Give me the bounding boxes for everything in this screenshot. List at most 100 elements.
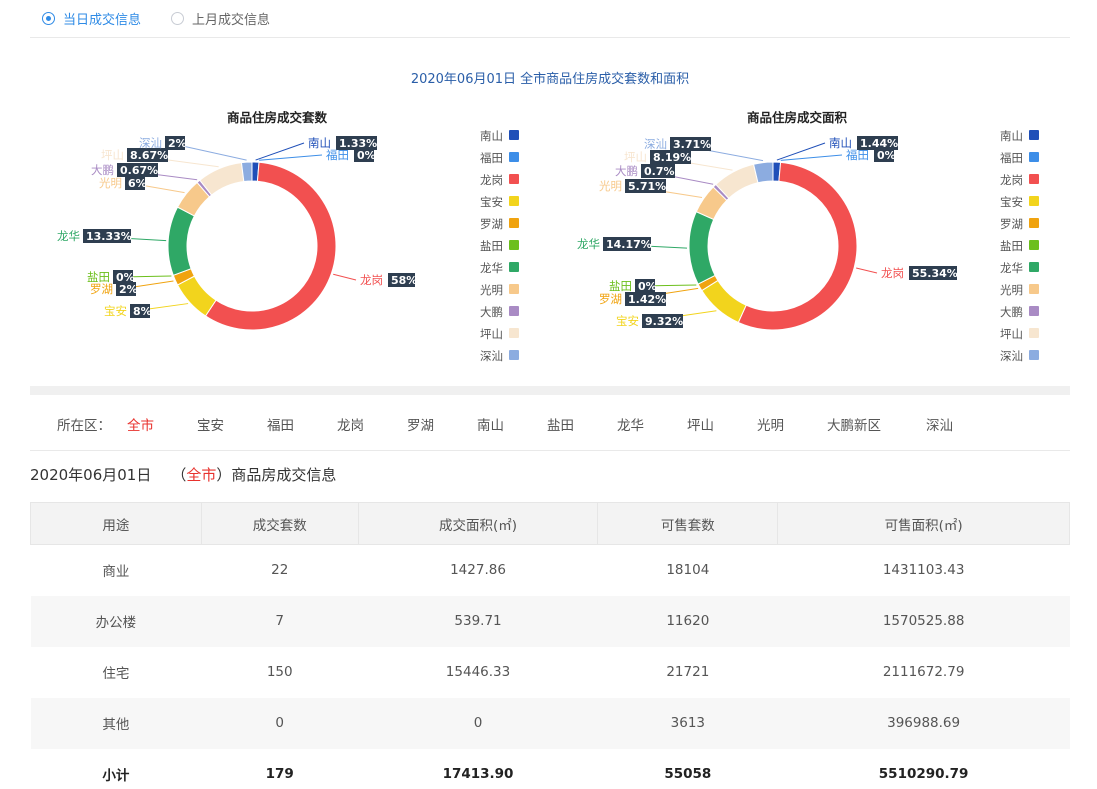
slice-name-baoan: 宝安 bbox=[616, 314, 639, 328]
district-shenshan[interactable]: 深汕 bbox=[926, 414, 996, 434]
total-usage: 小计 bbox=[102, 768, 130, 784]
value-label-shenshan: 2% bbox=[168, 137, 187, 150]
legend-label-longhua: 龙华 bbox=[1000, 261, 1023, 275]
cell-available-count: 18104 bbox=[666, 562, 710, 579]
donut-charts-svg: 商品住房成交套数南山 1.33%福田 0%龙岗 58%宝安 8%罗湖 2%盐田 0%龙华 13… bbox=[57, 110, 1039, 363]
slice-longgang bbox=[204, 161, 337, 331]
table-row: 其他 0 0 3613 396988.69 bbox=[30, 697, 1070, 749]
value-label-guangming: 5.71% bbox=[628, 180, 666, 193]
table-row: 商业 22 1427.86 18104 1431103.43 bbox=[31, 545, 1070, 596]
district-filter-label: 所在区： bbox=[57, 418, 111, 434]
legend-label-luohu: 罗湖 bbox=[1000, 217, 1023, 231]
cell-deal-area: 0 bbox=[358, 697, 598, 749]
value-label-luohu: 2% bbox=[119, 283, 138, 296]
district-all[interactable]: 全市 bbox=[127, 414, 197, 434]
district-yantian[interactable]: 盐田 bbox=[547, 414, 617, 434]
section-separator bbox=[30, 386, 1070, 395]
legend-label-shenshan: 深汕 bbox=[480, 349, 503, 363]
slice-longgang bbox=[737, 161, 858, 331]
slice-name-longgang: 龙岗 bbox=[360, 273, 383, 287]
district-luohu[interactable]: 罗湖 bbox=[407, 414, 477, 434]
district-guangming[interactable]: 光明 bbox=[757, 414, 827, 434]
header-deal-area: 成交面积(㎡) bbox=[357, 502, 599, 545]
value-label-dapeng: 0.7% bbox=[644, 165, 675, 178]
slice-name-futian: 福田 bbox=[326, 148, 349, 162]
legend-label-luohu: 罗湖 bbox=[480, 217, 503, 231]
value-label-futian: 0% bbox=[877, 149, 896, 162]
legend-swatch-luohu bbox=[1029, 218, 1039, 228]
value-label-baoan: 8% bbox=[133, 305, 152, 318]
header-deal-count: 成交套数 bbox=[200, 502, 359, 545]
total-deal-area: 17413.90 bbox=[442, 766, 514, 782]
radio-unchecked-icon[interactable] bbox=[171, 11, 185, 25]
legend-swatch-baoan bbox=[1029, 196, 1039, 206]
cell-usage: 商业 bbox=[102, 564, 130, 581]
legend-label-yantian: 盐田 bbox=[480, 239, 503, 253]
cell-deal-area: 1427.86 bbox=[450, 562, 506, 579]
legend-swatch-baoan bbox=[509, 196, 519, 206]
value-label-longgang: 55.34% bbox=[912, 267, 958, 280]
cell-deal-count: 22 bbox=[271, 562, 289, 579]
cell-deal-count: 7 bbox=[201, 595, 359, 647]
slice-name-futian: 福田 bbox=[846, 148, 869, 162]
chart-title-2: 商品住房成交面积 bbox=[747, 110, 848, 125]
slice-name-shenshan: 深汕 bbox=[139, 136, 162, 150]
legend-swatch-longhua bbox=[509, 262, 519, 272]
table-total-row: 小计 179 17413.90 55058 5510290.79 bbox=[31, 749, 1070, 789]
value-label-dapeng: 0.67% bbox=[120, 164, 158, 177]
cell-available-area: 2111672.79 bbox=[882, 664, 965, 680]
cell-available-count: 11620 bbox=[597, 595, 778, 647]
legend-label-longhua: 龙华 bbox=[480, 261, 503, 275]
district-longhua[interactable]: 龙华 bbox=[617, 414, 687, 434]
legend-label-pingshan: 坪山 bbox=[480, 327, 503, 341]
district-longgang[interactable]: 龙岗 bbox=[337, 414, 407, 434]
date-range-tabs: 当日成交信息 上月成交信息 bbox=[42, 8, 270, 28]
legend-label-baoan: 宝安 bbox=[480, 195, 503, 209]
value-label-longhua: 13.33% bbox=[86, 230, 132, 243]
slice-name-longgang: 龙岗 bbox=[881, 266, 904, 280]
cell-deal-area: 539.71 bbox=[358, 595, 598, 647]
legend-swatch-guangming bbox=[1029, 284, 1039, 294]
legend-label-baoan: 宝安 bbox=[1000, 195, 1023, 209]
table-header-row: 用途 成交套数 成交面积(㎡) 可售套数 可售面积(㎡) bbox=[30, 502, 1070, 545]
legend-label-shenshan: 深汕 bbox=[1000, 349, 1023, 363]
info-date: 2020年06月01日 bbox=[30, 466, 152, 484]
legend-label-nanshan: 南山 bbox=[1000, 129, 1023, 143]
district-pingshan[interactable]: 坪山 bbox=[687, 414, 757, 434]
slice-name-dapeng: 大鹏 bbox=[615, 164, 638, 178]
legend-swatch-dapeng bbox=[1029, 306, 1039, 316]
chart-section-title: 2020年06月01日 全市商品住房成交套数和面积 bbox=[410, 72, 690, 87]
tab-last-month[interactable]: 上月成交信息 bbox=[171, 9, 270, 28]
legend-swatch-yantian bbox=[1029, 240, 1039, 250]
tab-today[interactable]: 当日成交信息 bbox=[42, 9, 141, 28]
district-baoan[interactable]: 宝安 bbox=[197, 414, 267, 434]
value-label-pingshan: 8.19% bbox=[653, 151, 691, 164]
legend-label-futian: 福田 bbox=[480, 151, 503, 165]
value-label-longgang: 58% bbox=[391, 274, 417, 287]
value-label-longhua: 14.17% bbox=[606, 238, 652, 251]
legend-swatch-futian bbox=[1029, 152, 1039, 162]
legend-swatch-nanshan bbox=[1029, 130, 1039, 140]
district-dapeng[interactable]: 大鹏新区 bbox=[827, 414, 926, 434]
charts-area: 商品住房成交套数 南山 1.33% 福田 0% 龙岗 58% 宝安 8% 罗湖 2% 盐田 0% 龙华 13… bbox=[0, 100, 1097, 385]
value-label-yantian: 0% bbox=[638, 280, 657, 293]
slice-name-guangming: 光明 bbox=[99, 176, 122, 190]
slice-name-longhua: 龙华 bbox=[57, 229, 80, 243]
legend-swatch-futian bbox=[509, 152, 519, 162]
legend-label-pingshan: 坪山 bbox=[1000, 327, 1023, 341]
leader-line-longgang bbox=[856, 267, 878, 274]
legend-swatch-longhua bbox=[1029, 262, 1039, 272]
legend-swatch-yantian bbox=[509, 240, 519, 250]
legend-label-yantian: 盐田 bbox=[1000, 239, 1023, 253]
district-futian[interactable]: 福田 bbox=[267, 414, 337, 434]
district-nanshan[interactable]: 南山 bbox=[477, 414, 547, 434]
radio-checked-icon[interactable] bbox=[42, 11, 55, 25]
info-open-paren: （ bbox=[171, 466, 187, 484]
slice-shenshan bbox=[240, 161, 253, 183]
cell-available-count: 3613 bbox=[597, 697, 778, 749]
cell-usage: 其他 bbox=[30, 697, 202, 749]
legend-swatch-luohu bbox=[509, 218, 519, 228]
total-available-count: 55058 bbox=[664, 766, 712, 782]
cell-deal-area: 15446.33 bbox=[445, 664, 511, 680]
top-divider bbox=[30, 37, 1070, 38]
